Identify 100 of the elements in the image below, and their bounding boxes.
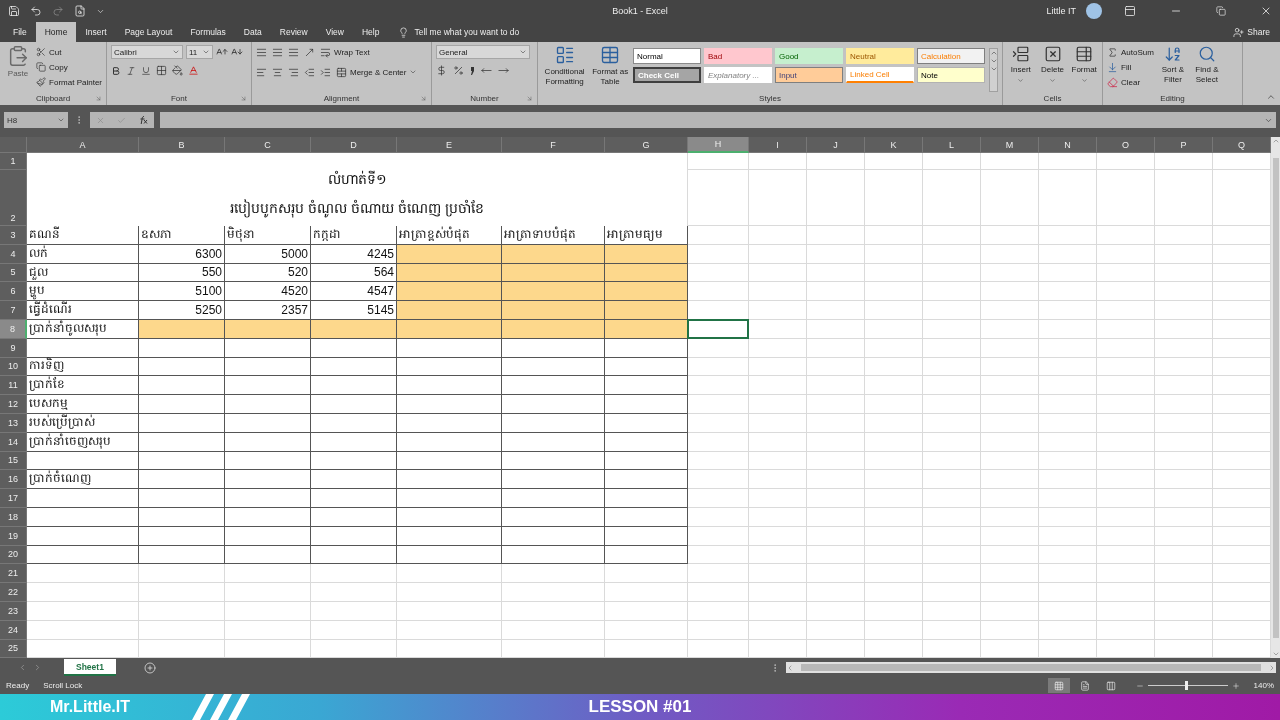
name-box[interactable]: H8: [4, 112, 68, 128]
align-top-icon[interactable]: [256, 46, 267, 58]
row-header[interactable]: 11: [0, 376, 27, 396]
column-header[interactable]: G: [605, 137, 688, 153]
scroll-up-icon[interactable]: [990, 49, 998, 57]
underline-icon[interactable]: [141, 65, 151, 76]
normal-view-icon[interactable]: [1053, 680, 1064, 691]
share-button[interactable]: Share: [1223, 22, 1280, 42]
orientation-icon[interactable]: [304, 46, 315, 58]
row-header[interactable]: 22: [0, 583, 27, 602]
decrease-decimal-icon[interactable]: [498, 65, 509, 76]
menu-tab[interactable]: Review: [270, 22, 317, 42]
view-button[interactable]: [1047, 678, 1070, 693]
dialog-launcher-icon[interactable]: [420, 95, 427, 102]
caret-icon[interactable]: [1049, 77, 1056, 84]
cells-button[interactable]: Format: [1070, 45, 1098, 92]
copy-icon[interactable]: [36, 62, 47, 72]
collapse-ribbon-icon[interactable]: [1266, 92, 1276, 102]
conditional-formatting-button[interactable]: Conditional Formatting: [542, 45, 588, 92]
dialog-launcher-icon[interactable]: [240, 95, 247, 102]
format-cells-icon[interactable]: [1075, 45, 1094, 63]
zoom-level[interactable]: 140%: [1253, 681, 1274, 690]
sigma-icon[interactable]: [1107, 46, 1118, 58]
align-left-icon[interactable]: [256, 66, 267, 78]
scroll-right-icon[interactable]: [1268, 663, 1276, 672]
caret-icon[interactable]: [57, 116, 65, 124]
bold-icon[interactable]: [111, 65, 121, 76]
scroll-down-icon[interactable]: [990, 57, 998, 65]
menu-tab[interactable]: Formulas: [181, 22, 235, 42]
scrollbar-thumb[interactable]: [1272, 157, 1279, 638]
column-header[interactable]: L: [923, 137, 981, 153]
column-header[interactable]: I: [749, 137, 807, 153]
previous-sheet-icon[interactable]: [18, 663, 27, 672]
comma-icon[interactable]: [470, 66, 475, 75]
cell-style[interactable]: Input: [775, 67, 843, 83]
grow-font-icon[interactable]: [216, 46, 228, 58]
row-header[interactable]: 2: [0, 170, 27, 226]
column-header[interactable]: K: [865, 137, 923, 153]
cell-style[interactable]: Good: [775, 48, 843, 64]
row-header[interactable]: 7: [0, 301, 27, 320]
align-bottom-icon[interactable]: [288, 46, 299, 58]
zoom-in-icon[interactable]: [1231, 681, 1240, 690]
column-header[interactable]: H: [688, 137, 749, 153]
find-select-button[interactable]: Find & Select: [1191, 45, 1222, 92]
wrap-text-icon[interactable]: [320, 46, 331, 58]
column-header[interactable]: E: [397, 137, 502, 153]
menu-tab[interactable]: Help: [352, 22, 389, 42]
column-header[interactable]: M: [981, 137, 1039, 153]
user-name[interactable]: Little IT: [1046, 6, 1076, 16]
zoom-slider-thumb[interactable]: [1185, 681, 1189, 690]
delete-cells-icon[interactable]: [1043, 45, 1062, 63]
more-styles-icon[interactable]: [990, 65, 998, 73]
row-header[interactable]: 17: [0, 489, 27, 508]
italic-icon[interactable]: [126, 65, 136, 76]
increase-indent-icon[interactable]: [320, 66, 331, 78]
borders-icon[interactable]: [156, 65, 167, 76]
tell-me-field[interactable]: Tell me what you want to do: [414, 27, 520, 37]
dialog-launcher-icon[interactable]: [526, 95, 533, 102]
insert-cells-icon[interactable]: [1011, 45, 1030, 63]
sort-icon[interactable]: [1163, 45, 1182, 63]
column-header[interactable]: N: [1039, 137, 1097, 153]
eraser-icon[interactable]: [1107, 76, 1118, 88]
table-icon[interactable]: [600, 45, 621, 65]
scroll-up-icon[interactable]: [1271, 137, 1280, 145]
scroll-down-icon[interactable]: [1271, 650, 1280, 658]
column-header[interactable]: Q: [1213, 137, 1271, 153]
save-icon[interactable]: [8, 5, 20, 17]
search-icon[interactable]: [1197, 45, 1216, 63]
cell-style[interactable]: Normal: [633, 48, 701, 64]
row-header[interactable]: 1: [0, 153, 27, 170]
fill-down-icon[interactable]: [1107, 61, 1118, 73]
shrink-font-icon[interactable]: [231, 46, 243, 58]
cells-button[interactable]: Insert: [1007, 45, 1035, 92]
dialog-launcher-icon[interactable]: [95, 95, 102, 102]
menu-tab[interactable]: File: [4, 22, 36, 42]
column-header[interactable]: C: [225, 137, 311, 153]
dollar-icon[interactable]: [436, 65, 447, 76]
person-plus-icon[interactable]: [1233, 26, 1245, 38]
paintbrush-icon[interactable]: [36, 77, 47, 87]
cell-style[interactable]: Note: [917, 67, 985, 83]
redo-icon[interactable]: [52, 5, 64, 17]
number-format-field[interactable]: General: [436, 45, 530, 59]
column-header[interactable]: B: [139, 137, 225, 153]
column-header[interactable]: D: [311, 137, 397, 153]
fill-color-icon[interactable]: [172, 65, 183, 76]
next-sheet-icon[interactable]: [33, 663, 42, 672]
align-center-icon[interactable]: [272, 66, 283, 78]
caret-icon[interactable]: [202, 48, 210, 56]
align-right-icon[interactable]: [288, 66, 299, 78]
percent-icon[interactable]: [453, 65, 464, 76]
copy-button[interactable]: Copy: [36, 60, 102, 74]
function-icon[interactable]: [138, 115, 148, 125]
cells-button[interactable]: Delete: [1038, 45, 1067, 92]
clear-button[interactable]: Clear: [1107, 75, 1154, 89]
caret-icon[interactable]: [172, 48, 180, 56]
add-sheet-icon[interactable]: [143, 661, 156, 674]
row-header[interactable]: 3: [0, 226, 27, 245]
font-color-icon[interactable]: [188, 65, 199, 76]
column-header[interactable]: J: [807, 137, 865, 153]
close-icon[interactable]: [1260, 5, 1272, 17]
